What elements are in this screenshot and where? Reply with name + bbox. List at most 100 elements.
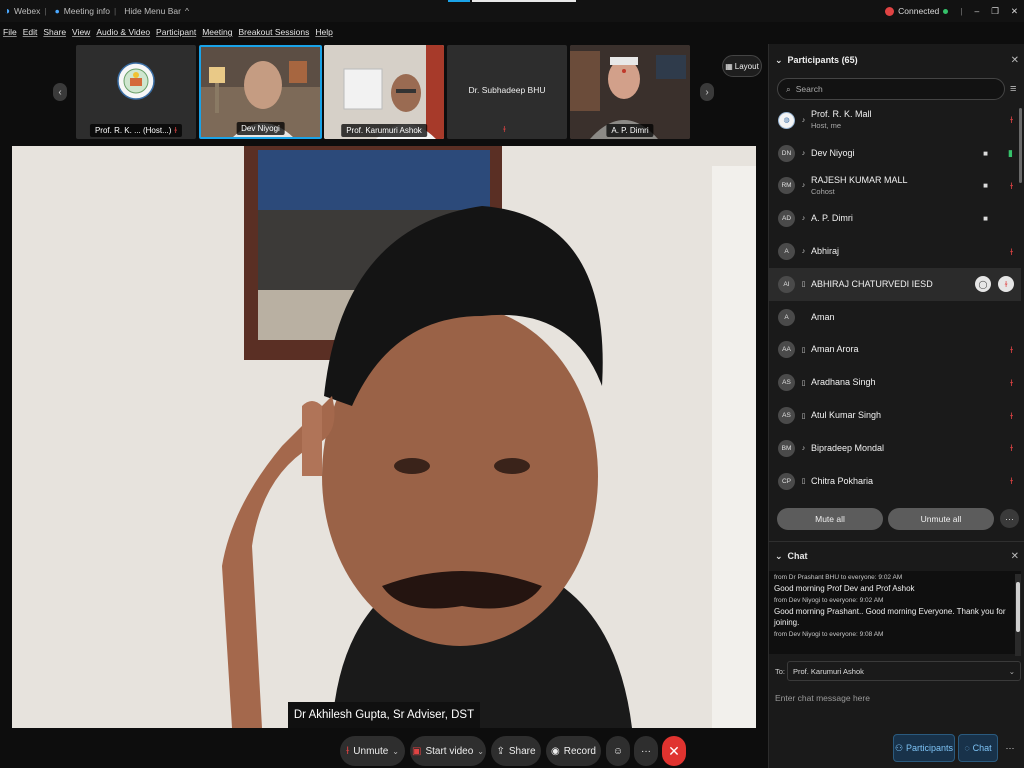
search-placeholder: Search	[795, 84, 823, 94]
participant-row[interactable]: DN ♪ Dev Niyogi ■ ▮	[769, 137, 1021, 170]
menu-help[interactable]: Help	[315, 27, 332, 41]
unmute-button[interactable]: ɫ Unmute ⌄	[340, 736, 405, 766]
chevron-down-icon: ⌄	[1008, 666, 1015, 676]
mic-muted-icon[interactable]: ɫ	[1010, 378, 1013, 388]
thumbnail-host[interactable]: Prof. R. K. ... (Host...) ɫ	[76, 45, 196, 139]
connection-icon	[885, 6, 895, 16]
participant-row[interactable]: AS ▯ Aradhana Singh ɫ	[769, 366, 1021, 399]
share-icon: ⇪	[496, 745, 505, 757]
start-video-button[interactable]: ▣ Start video ⌄	[410, 736, 486, 766]
participant-list: ◍ ♪ Prof. R. K. Mall Host, me ɫ DN ♪ Dev …	[769, 104, 1021, 499]
avatar: AA	[778, 341, 795, 359]
participant-row[interactable]: CP ▯ Chitra Pokharia ɫ	[769, 465, 1021, 498]
participant-row[interactable]: RM ♪ RAJESH KUMAR MALL Cohost ■ ɫ	[769, 170, 1021, 203]
thumbnail-karumuri-ashok[interactable]: Prof. Karumuri Ashok	[324, 45, 444, 139]
thumbnail-center-name: Dr. Subhadeep BHU	[468, 85, 546, 95]
mic-muted-icon[interactable]: ɫ	[1010, 247, 1013, 257]
thumbnail-dev-niyogi[interactable]: Dev Niyogi	[199, 45, 322, 139]
participant-row[interactable]: ◍ ♪ Prof. R. K. Mall Host, me ɫ	[769, 104, 1021, 137]
mic-muted-icon[interactable]: ɫ	[1010, 181, 1013, 191]
minimize-icon[interactable]: –	[975, 6, 980, 16]
main-video-stage	[12, 146, 756, 728]
mute-all-button[interactable]: Mute all	[777, 508, 883, 530]
chevron-down-icon[interactable]: ⌄	[392, 747, 399, 756]
participant-name: RAJESH KUMAR MALL	[811, 174, 908, 185]
mic-muted-icon[interactable]: ɫ	[1010, 476, 1013, 486]
meeting-controls: ɫ Unmute ⌄ ▣ Start video ⌄ ⇪ Share ◉ Rec…	[0, 734, 768, 768]
connection-status[interactable]: Connected	[885, 6, 949, 16]
mic-muted-icon[interactable]: ɫ	[1010, 443, 1013, 453]
participant-row[interactable]: AD ♪ A. P. Dimri ■	[769, 202, 1021, 235]
close-chat-icon[interactable]: ✕	[1011, 551, 1019, 562]
close-panel-icon[interactable]: ✕	[1011, 55, 1019, 66]
participant-search-input[interactable]: ⌕ Search	[777, 78, 1005, 100]
hide-menu-bar-button[interactable]: Hide Menu Bar ^	[124, 6, 189, 16]
participant-scrollbar[interactable]	[1019, 108, 1022, 183]
menu-participant[interactable]: Participant	[156, 27, 196, 41]
record-button[interactable]: ◉ Record	[546, 736, 601, 766]
participants-more-icon[interactable]: ···	[1000, 509, 1019, 528]
menu-breakout-sessions[interactable]: Breakout Sessions	[238, 27, 309, 41]
mic-muted-icon: ɫ	[174, 126, 178, 135]
panel-divider	[769, 541, 1024, 542]
menu-meeting[interactable]: Meeting	[202, 27, 232, 41]
restore-icon[interactable]: ❐	[991, 6, 999, 17]
chat-message-input[interactable]: Enter chat message here	[775, 690, 1015, 706]
mic-muted-icon[interactable]: ɫ	[1010, 115, 1013, 125]
thumbnail-ap-dimri[interactable]: A. P. Dimri	[570, 45, 690, 139]
menu-share[interactable]: Share	[43, 27, 66, 41]
more-options-button[interactable]: ···	[634, 736, 658, 766]
hide-menu-bar-label: Hide Menu Bar	[124, 6, 181, 16]
thumbnail-subhadeep[interactable]: Dr. Subhadeep BHU ɫ	[447, 45, 567, 139]
avatar: RM	[778, 177, 795, 195]
speaker-caption: Dr Akhilesh Gupta, Sr Adviser, DST	[288, 702, 480, 728]
unmute-all-button[interactable]: Unmute all	[888, 508, 994, 530]
menu-view[interactable]: View	[72, 27, 90, 41]
participant-row[interactable]: A ♪ Abhiraj ɫ	[769, 235, 1021, 268]
participant-row[interactable]: A Aman	[769, 301, 1021, 334]
participant-row[interactable]: BM ♪ Bipradeep Mondal ɫ	[769, 432, 1021, 465]
chat-participant-icon[interactable]: ◯	[975, 276, 991, 293]
menu-audio-video[interactable]: Audio & Video	[96, 27, 150, 41]
strip-prev-button[interactable]: ‹	[53, 83, 67, 101]
thumbnail-label: Dev Niyogi	[236, 122, 285, 135]
chat-tab-button[interactable]: ◌ Chat	[958, 734, 998, 762]
chat-recipient-value: Prof. Karumuri Ashok	[793, 666, 864, 676]
strip-next-button[interactable]: ›	[700, 83, 714, 101]
mic-icon: ♪	[801, 248, 806, 256]
collapse-icon[interactable]: ⌄	[775, 55, 783, 66]
avatar: AD	[778, 210, 795, 228]
leave-meeting-button[interactable]: ✕	[662, 736, 686, 766]
phone-icon: ▯	[801, 281, 806, 289]
reactions-button[interactable]: ☺	[606, 736, 630, 766]
participant-row[interactable]: AS ▯ Atul Kumar Singh ɫ	[769, 399, 1021, 432]
mic-muted-icon[interactable]: ɫ	[1010, 411, 1013, 421]
app-name: Webex	[14, 6, 41, 16]
panel-more-button[interactable]: ···	[1001, 734, 1019, 762]
chat-scroll-thumb[interactable]	[1016, 582, 1020, 632]
collapse-icon[interactable]: ⌄	[775, 551, 783, 562]
chat-scrollbar[interactable]	[1015, 574, 1021, 656]
chat-tab-label: Chat	[972, 743, 992, 753]
participant-name: Aman Arora	[811, 344, 859, 355]
mic-muted-icon[interactable]: ɫ	[1010, 345, 1013, 355]
share-button[interactable]: ⇪ Share	[491, 736, 541, 766]
mic-muted-icon[interactable]: ɫ	[998, 276, 1014, 293]
meeting-info-button[interactable]: ● Meeting info |	[55, 6, 117, 16]
chat-recipient-select[interactable]: Prof. Karumuri Ashok ⌄	[787, 661, 1021, 681]
participant-row[interactable]: AA ▯ Aman Arora ɫ	[769, 334, 1021, 367]
chat-header: ⌄ Chat ✕	[769, 547, 1024, 565]
chat-meta: from Dev Niyogi to everyone: 9:08 AM	[774, 631, 884, 638]
mic-active-icon[interactable]: ▮	[1008, 148, 1013, 159]
close-window-icon[interactable]: ✕	[1011, 6, 1018, 17]
chevron-down-icon[interactable]: ⌄	[477, 747, 484, 756]
phone-icon: ▯	[801, 412, 806, 420]
chat-message: Good morning Prof Dev and Prof Ashok	[774, 584, 915, 593]
participant-row[interactable]: AI ▯ ABHIRAJ CHATURVEDI IESD ◯ ɫ	[769, 267, 1021, 301]
menu-file[interactable]: File	[3, 27, 17, 41]
participants-tab-button[interactable]: ⚇ Participants	[893, 734, 955, 762]
sort-icon[interactable]: ≡	[1010, 83, 1016, 95]
more-icon: ···	[641, 745, 651, 757]
layout-button[interactable]: ▦ Layout	[722, 55, 762, 77]
menu-edit[interactable]: Edit	[23, 27, 38, 41]
